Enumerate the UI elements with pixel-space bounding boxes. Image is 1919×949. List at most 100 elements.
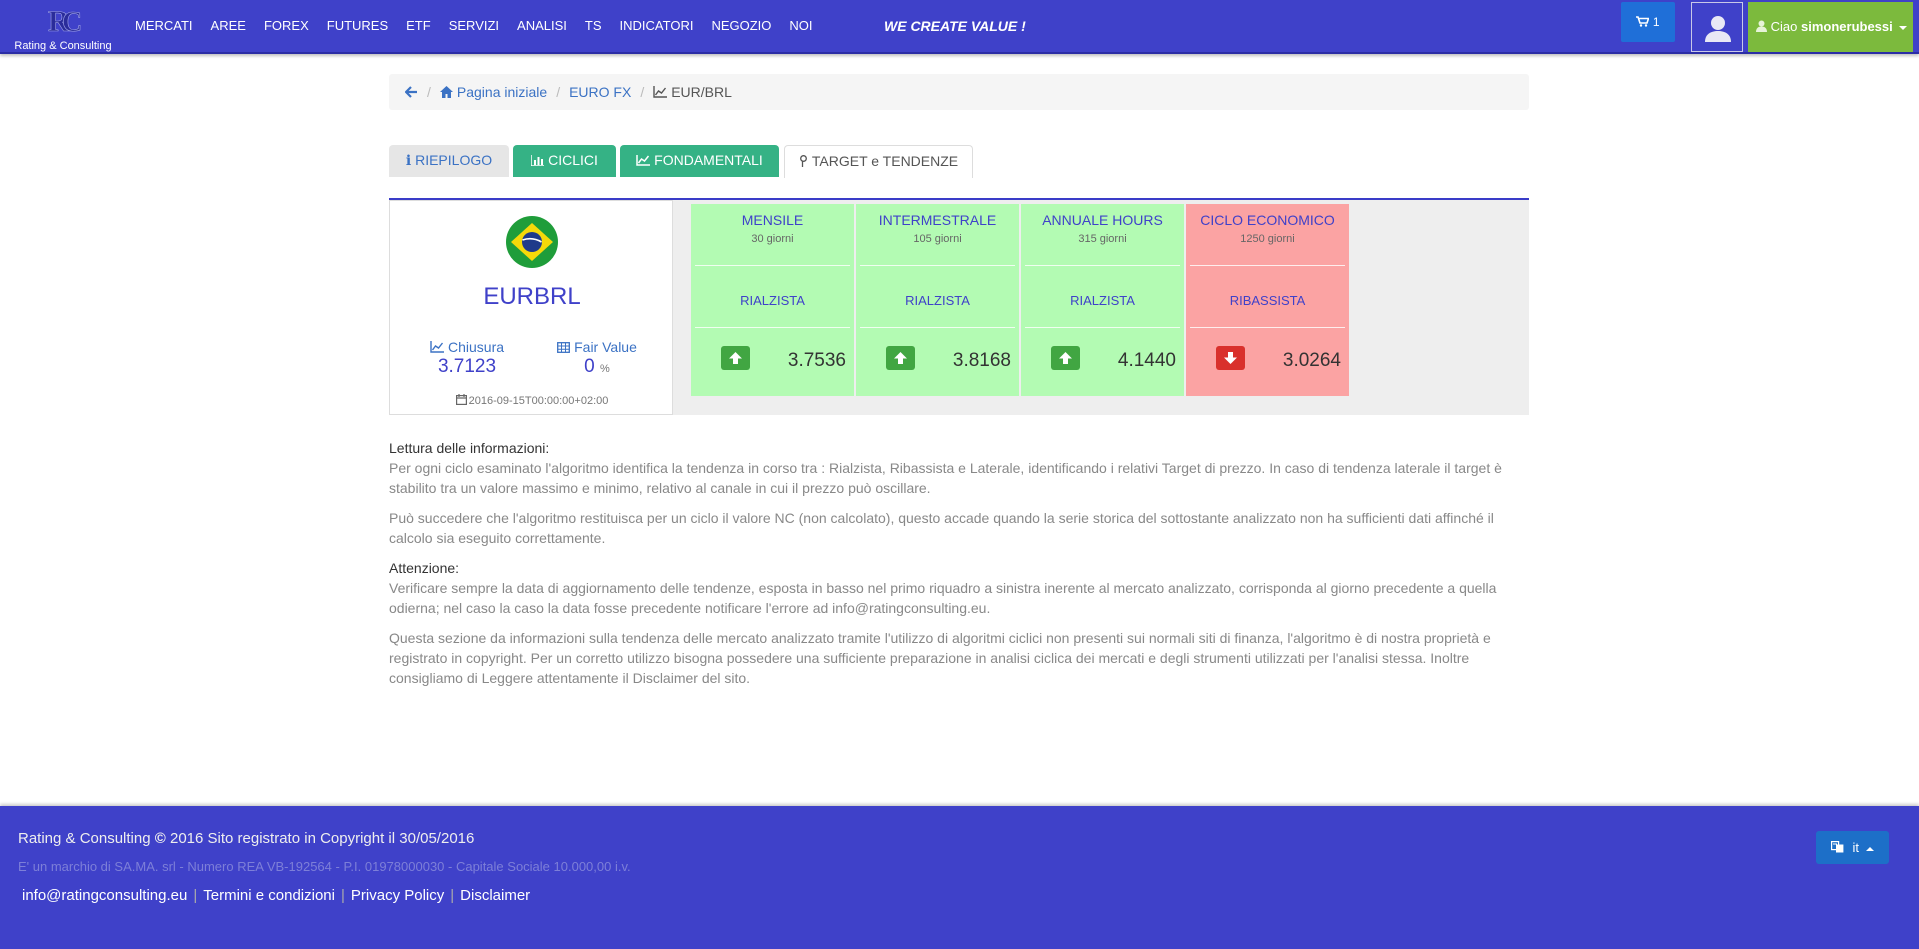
cycle-days: 30 giorni xyxy=(751,233,794,245)
footer-link-email[interactable]: info@ratingconsulting.eu xyxy=(22,887,187,904)
cycle-target-value: 3.7536 xyxy=(787,350,846,371)
divider xyxy=(695,265,850,266)
user-menu-button[interactable]: Ciao simonerubessi xyxy=(1748,2,1913,52)
footer-copyright-text: 2016 Sito registrato in Copyright il 30/… xyxy=(169,830,475,847)
rc-logo-icon: R C xyxy=(48,5,83,37)
footer-separator: | xyxy=(193,887,198,904)
cycle-target-value: 3.0264 xyxy=(1282,350,1341,371)
greeting-text: Ciao xyxy=(1770,19,1798,34)
divider xyxy=(695,327,850,328)
nav-forex[interactable]: FOREX xyxy=(255,0,318,52)
breadcrumb-separator: / xyxy=(427,84,431,100)
update-date-text: 2016-09-15T00:00:00+02:00 xyxy=(468,395,609,407)
fair-value-number: 0 xyxy=(584,356,595,377)
nav-mercati[interactable]: MERCATI xyxy=(126,0,202,52)
cycle-target-value: 3.8168 xyxy=(952,350,1011,371)
arrow-down-icon xyxy=(1216,346,1245,370)
cycle-days: 1250 giorni xyxy=(1240,233,1295,245)
cycle-trend: RIALZISTA xyxy=(740,293,805,308)
info-heading: Lettura delle informazioni: xyxy=(389,440,550,456)
brand-name: Rating & Consulting xyxy=(14,40,112,52)
fair-value-label: Fair Value xyxy=(532,339,662,355)
tab-label: FONDAMENTALI xyxy=(654,152,763,168)
cycle-title: INTERMESTRALE xyxy=(878,212,997,228)
breadcrumb-home[interactable]: Pagina iniziale xyxy=(439,74,547,110)
footer-link-terms[interactable]: Termini e condizioni xyxy=(203,887,335,904)
cycle-card-intermestrale: INTERMESTRALE 105 giorni RIALZISTA 3.816… xyxy=(856,204,1019,396)
market-summary-card: EURBRL Chiusura 3.7123 Fair Value 0 % 20… xyxy=(389,200,673,415)
tab-target-tendenze[interactable]: TARGET e TENDENZE xyxy=(784,145,973,178)
footer-link-privacy[interactable]: Privacy Policy xyxy=(351,887,444,904)
close-label: Chiusura xyxy=(402,339,532,355)
tab-label: RIEPILOGO xyxy=(415,152,493,168)
fair-value: 0 % xyxy=(532,356,662,378)
tab-ciclici[interactable]: CICLICI xyxy=(513,145,616,177)
breadcrumb-current-label: EUR/BRL xyxy=(671,84,732,100)
cycle-card-ciclo-economico: CICLO ECONOMICO 1250 giorni RIBASSISTA 3… xyxy=(1186,204,1349,396)
fair-value-unit: % xyxy=(600,363,610,375)
tab-label: TARGET e TENDENZE xyxy=(811,153,959,169)
main-menu: MERCATI AREE FOREX FUTURES ETF SERVIZI A… xyxy=(126,0,822,52)
cycle-trend: RIALZISTA xyxy=(905,293,970,308)
caret-up-icon xyxy=(1865,846,1874,851)
close-stat: Chiusura 3.7123 xyxy=(402,339,532,378)
tab-label: CICLICI xyxy=(548,152,598,168)
info-paragraph: Può succedere che l'algoritmo restituisc… xyxy=(389,510,1494,546)
cycle-title: MENSILE xyxy=(741,212,804,228)
cycle-days: 105 giorni xyxy=(913,233,962,245)
tab-riepilogo[interactable]: i RIEPILOGO xyxy=(389,145,509,177)
slogan: WE CREATE VALUE ! xyxy=(884,18,1026,34)
breadcrumb: / Pagina iniziale / EURO FX / EUR/BRL xyxy=(389,74,1529,110)
copyright-icon: © xyxy=(154,830,166,847)
nav-negozio[interactable]: NEGOZIO xyxy=(702,0,780,52)
breadcrumb-section[interactable]: EURO FX xyxy=(569,74,631,110)
nav-indicatori[interactable]: INDICATORI xyxy=(611,0,703,52)
footer-brand: Rating & Consulting xyxy=(18,830,151,847)
divider xyxy=(1190,265,1345,266)
bar-chart-icon xyxy=(531,155,545,166)
translate-icon xyxy=(1831,841,1844,853)
footer-copyright: Rating & Consulting © 2016 Sito registra… xyxy=(18,830,474,847)
top-navbar: R C Rating & Consulting MERCATI AREE FOR… xyxy=(0,0,1919,54)
nav-futures[interactable]: FUTURES xyxy=(318,0,397,52)
market-symbol: EURBRL xyxy=(483,283,581,310)
nav-etf[interactable]: ETF xyxy=(397,0,440,52)
footer-links: info@ratingconsulting.eu | Termini e condi… xyxy=(22,887,530,904)
footer: Rating & Consulting © 2016 Sito registra… xyxy=(0,806,1919,949)
nav-ts[interactable]: TS xyxy=(576,0,611,52)
divider xyxy=(860,327,1015,328)
nav-aree[interactable]: AREE xyxy=(202,0,255,52)
cart-icon xyxy=(1636,16,1651,27)
arrow-left-icon xyxy=(404,86,417,98)
line-chart-icon xyxy=(430,341,444,353)
language-label: it xyxy=(1852,840,1859,855)
info-section: Lettura delle informazioni: Per ogni cic… xyxy=(389,438,1529,698)
language-selector[interactable]: it xyxy=(1816,831,1889,864)
update-date: 2016-09-15T00:00:00+02:00 xyxy=(390,394,674,407)
cart-button[interactable]: 1 xyxy=(1621,2,1675,42)
close-value: 3.7123 xyxy=(437,356,497,377)
cycle-days: 315 giorni xyxy=(1078,233,1127,245)
tab-bar: i RIEPILOGO CICLICI FONDAMENTALI TARGET … xyxy=(389,145,1529,200)
tab-fondamentali[interactable]: FONDAMENTALI xyxy=(620,145,779,177)
pushpin-icon xyxy=(799,155,807,167)
avatar[interactable] xyxy=(1691,2,1743,52)
cycle-title: CICLO ECONOMICO xyxy=(1200,212,1335,228)
nav-noi[interactable]: NOI xyxy=(780,0,821,52)
brand-logo-link[interactable]: R C Rating & Consulting xyxy=(8,2,118,52)
cycle-title: ANNUALE HOURS xyxy=(1042,212,1163,228)
cycle-trend: RIBASSISTA xyxy=(1229,293,1306,308)
home-icon xyxy=(439,86,453,98)
footer-link-disclaimer[interactable]: Disclaimer xyxy=(460,887,530,904)
cycle-trend: RIALZISTA xyxy=(1070,293,1135,308)
divider xyxy=(1025,265,1180,266)
divider xyxy=(1025,327,1180,328)
divider xyxy=(1190,327,1345,328)
close-label-text: Chiusura xyxy=(447,339,505,355)
disclaimer-paragraph: Questa sezione da informazioni sulla ten… xyxy=(389,630,1491,686)
cycle-card-annuale-hours: ANNUALE HOURS 315 giorni RIALZISTA 4.144… xyxy=(1021,204,1184,396)
back-button[interactable] xyxy=(404,74,418,110)
nav-analisi[interactable]: ANALISI xyxy=(508,0,576,52)
nav-servizi[interactable]: SERVIZI xyxy=(440,0,508,52)
fair-value-stat: Fair Value 0 % xyxy=(532,339,662,378)
